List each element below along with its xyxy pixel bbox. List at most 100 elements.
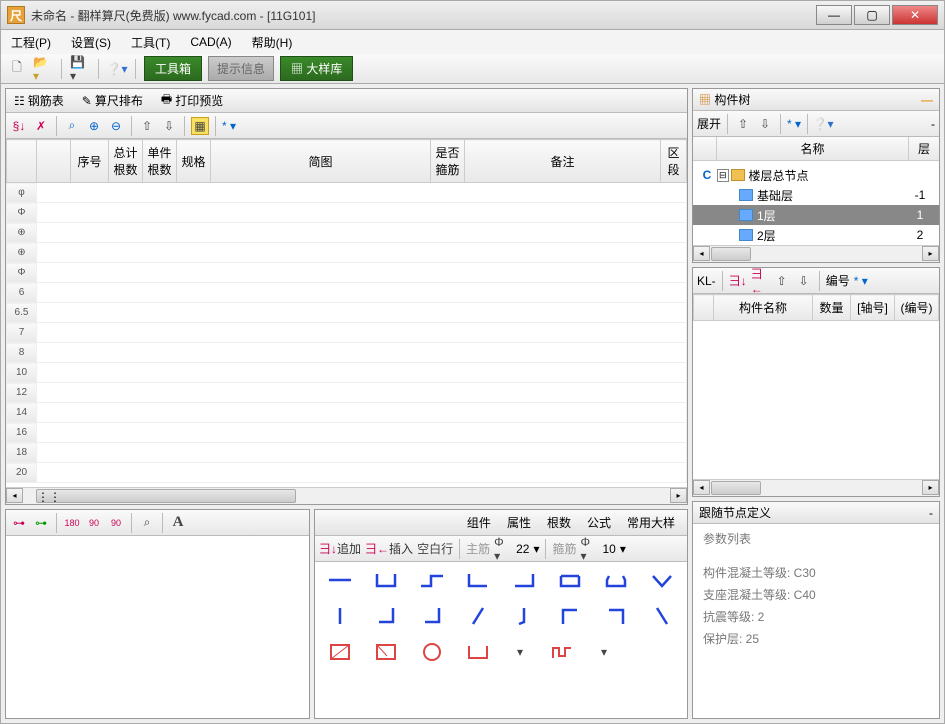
sort-icon[interactable]: §↓ bbox=[10, 117, 28, 135]
star-filter[interactable]: * ▾ bbox=[222, 117, 236, 135]
comp-down-icon[interactable]: ⇩ bbox=[795, 272, 813, 290]
stirrup-value[interactable]: 10 bbox=[603, 542, 616, 556]
comp-col-qty[interactable]: 数量 bbox=[813, 295, 851, 321]
tree-hscroll[interactable]: ◂ ▸ bbox=[693, 245, 939, 262]
library-button[interactable]: ▦ 大样库 bbox=[280, 56, 353, 81]
text-icon[interactable]: A bbox=[169, 514, 187, 532]
col-spec[interactable]: 规格 bbox=[177, 140, 211, 183]
toolbox-button[interactable]: 工具箱 bbox=[144, 56, 202, 81]
shape-more2-icon[interactable]: ▾ bbox=[595, 643, 613, 661]
shape-rect-open[interactable] bbox=[557, 570, 583, 590]
blank-row[interactable]: 空白行 bbox=[417, 540, 453, 558]
tree-up-icon[interactable]: ⇧ bbox=[734, 115, 752, 133]
search-icon[interactable]: ⌕ bbox=[138, 514, 156, 532]
new-icon[interactable]: 🗋 bbox=[7, 59, 27, 79]
shape-rect-hatch[interactable] bbox=[327, 642, 353, 662]
save-icon[interactable]: 💾▾ bbox=[70, 59, 90, 79]
zoom-in-icon[interactable]: ⊕ bbox=[85, 117, 103, 135]
expand-button[interactable]: 展开 bbox=[697, 115, 721, 132]
col-section[interactable]: 区段 bbox=[661, 140, 687, 183]
col-total[interactable]: 总计根数 bbox=[109, 140, 143, 183]
shape-l-left[interactable] bbox=[465, 570, 491, 590]
tab-ruler-layout[interactable]: ✎ 算尺排布 bbox=[78, 90, 147, 111]
tree-help-icon[interactable]: ❔▾ bbox=[814, 115, 832, 133]
shape-line[interactable] bbox=[327, 570, 353, 590]
close-button[interactable]: ✕ bbox=[892, 5, 938, 25]
tree-row[interactable]: 1层1 bbox=[693, 205, 939, 225]
col-diagram[interactable]: 简图 bbox=[211, 140, 431, 183]
shape-corner-bl[interactable] bbox=[419, 606, 445, 626]
col-seq[interactable]: 序号 bbox=[71, 140, 109, 183]
up-icon[interactable]: ⇧ bbox=[138, 117, 156, 135]
delete-icon[interactable]: ✗ bbox=[32, 117, 50, 135]
tab-print-preview[interactable]: 🖶 打印预览 bbox=[157, 88, 227, 113]
tree-row[interactable]: C⊟楼层总节点 bbox=[693, 165, 939, 185]
help-icon[interactable]: ❔▾ bbox=[107, 59, 127, 79]
tree-dash[interactable]: - bbox=[931, 117, 935, 131]
open-icon[interactable]: 📂▾ bbox=[33, 59, 53, 79]
shape-u-red[interactable] bbox=[465, 642, 491, 662]
col-stirrup[interactable]: 是否箍筋 bbox=[431, 140, 465, 183]
shape-slash[interactable] bbox=[465, 606, 491, 626]
tree-row[interactable]: 基础层-1 bbox=[693, 185, 939, 205]
shape-m[interactable] bbox=[549, 642, 575, 662]
rot90a-icon[interactable]: 90 bbox=[85, 514, 103, 532]
rot90b-icon[interactable]: 90 bbox=[107, 514, 125, 532]
tab-common[interactable]: 常用大样 bbox=[621, 512, 681, 533]
comp-col-name[interactable]: 构件名称 bbox=[714, 295, 813, 321]
scroll-left-icon[interactable]: ◂ bbox=[6, 488, 23, 503]
menu-help[interactable]: 帮助(H) bbox=[246, 32, 299, 53]
comp-insert-icon[interactable]: 彐← bbox=[751, 272, 769, 290]
calc-icon[interactable]: ▦ bbox=[191, 117, 209, 135]
main-diam-icon[interactable]: Φ ▾ bbox=[494, 540, 512, 558]
menu-tools[interactable]: 工具(T) bbox=[125, 32, 176, 53]
comp-star[interactable]: * ▾ bbox=[854, 272, 868, 290]
shape-more-icon[interactable]: ▾ bbox=[511, 643, 529, 661]
tree-star[interactable]: * ▾ bbox=[787, 115, 801, 133]
down-icon[interactable]: ⇩ bbox=[160, 117, 178, 135]
stir-diam-icon[interactable]: Φ ▾ bbox=[581, 540, 599, 558]
preview-canvas[interactable] bbox=[6, 536, 309, 718]
comp-filter[interactable]: KL- bbox=[697, 274, 716, 288]
shape-v[interactable] bbox=[649, 570, 675, 590]
scroll-thumb[interactable]: ⋮⋮ bbox=[36, 489, 296, 503]
append-icon[interactable]: 彐↓追加 bbox=[319, 540, 361, 558]
tab-component[interactable]: 组件 bbox=[461, 512, 497, 533]
col-unit[interactable]: 单件根数 bbox=[143, 140, 177, 183]
menu-settings[interactable]: 设置(S) bbox=[65, 32, 117, 53]
shape-vert-hook[interactable] bbox=[511, 606, 537, 626]
shape-corner-br[interactable] bbox=[373, 606, 399, 626]
shape-circle[interactable] bbox=[419, 642, 445, 662]
minimize-button[interactable]: — bbox=[816, 5, 852, 25]
shape-u-open-top[interactable] bbox=[373, 570, 399, 590]
scroll-right-icon[interactable]: ▸ bbox=[670, 488, 687, 503]
tree-col-name[interactable]: 名称 bbox=[717, 137, 909, 160]
node2-icon[interactable]: ⊶ bbox=[32, 514, 50, 532]
rot180-icon[interactable]: 180 bbox=[63, 514, 81, 532]
comp-hscroll[interactable]: ◂ ▸ bbox=[693, 479, 939, 496]
col-blank[interactable] bbox=[37, 140, 71, 183]
shape-gamma-l[interactable] bbox=[557, 606, 583, 626]
col-remark[interactable]: 备注 bbox=[465, 140, 661, 183]
node1-icon[interactable]: ⊶ bbox=[10, 514, 28, 532]
tab-formula[interactable]: 公式 bbox=[581, 512, 617, 533]
comp-number-label[interactable]: 编号 bbox=[826, 272, 850, 289]
collapse-icon[interactable]: — bbox=[921, 93, 933, 107]
tab-rebar-table[interactable]: ☷ 钢筋表 bbox=[10, 90, 68, 111]
shape-gamma-r[interactable] bbox=[603, 606, 629, 626]
tab-count[interactable]: 根数 bbox=[541, 512, 577, 533]
main-rebar-value[interactable]: 22 bbox=[516, 542, 529, 556]
comp-up-icon[interactable]: ⇧ bbox=[773, 272, 791, 290]
rebar-grid[interactable]: 序号 总计根数 单件根数 规格 简图 是否箍筋 备注 区段 φ Φ ⊕ ⊕ Φ … bbox=[6, 139, 687, 487]
menu-cad[interactable]: CAD(A) bbox=[184, 33, 237, 51]
shape-rect-diag[interactable] bbox=[373, 642, 399, 662]
tree-body[interactable]: C⊟楼层总节点基础层-11层12层23层3 bbox=[693, 161, 939, 245]
tree-down-icon[interactable]: ⇩ bbox=[756, 115, 774, 133]
comp-append-icon[interactable]: 彐↓ bbox=[729, 272, 747, 290]
tab-property[interactable]: 属性 bbox=[501, 512, 537, 533]
zoom-icon[interactable]: ⌕ bbox=[63, 117, 81, 135]
shape-hook-both[interactable] bbox=[603, 570, 629, 590]
shape-backslash[interactable] bbox=[649, 606, 675, 626]
comp-col-axis[interactable]: [轴号] bbox=[851, 295, 895, 321]
tree-col-floor[interactable]: 层 bbox=[909, 137, 939, 160]
